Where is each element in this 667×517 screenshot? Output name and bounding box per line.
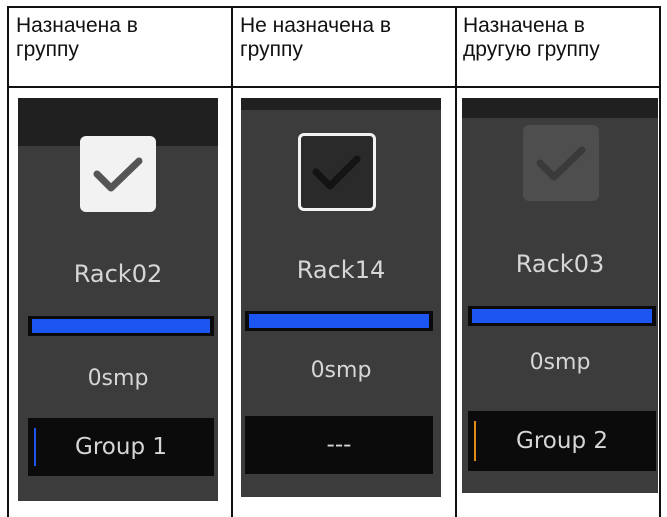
level-meter [468,306,656,326]
table-column-divider [455,6,457,517]
level-meter-fill [32,319,210,333]
column-header-not-assigned: Не назначена в группу [240,14,391,62]
group-label: Group 2 [516,428,608,454]
table-border-header [7,86,661,88]
delay-value: 0smp [529,350,591,375]
channel-strip-rack03: Rack03 0smp Group 2 [462,98,658,493]
table-column-divider [231,6,233,517]
level-meter [245,311,433,331]
header-line: Назначена в [463,14,585,37]
column-header-assigned: Назначена в группу [16,14,138,62]
channel-name: Rack14 [296,256,386,284]
header-line: группу [240,38,303,61]
group-label: Group 1 [75,434,167,460]
assign-checkbox[interactable] [80,136,156,212]
group-selector[interactable]: --- [245,416,433,474]
channel-name: Rack03 [515,250,605,278]
assign-checkbox [523,125,599,201]
header-line: группу [16,38,79,61]
check-icon [536,146,586,181]
group-selector[interactable]: Group 1 [28,418,214,476]
level-meter [28,316,214,336]
group-selector: Group 2 [468,411,656,471]
table-border-left [7,6,9,517]
header-line: Назначена в [16,14,138,37]
channel-strip-rack14: Rack14 0smp --- [241,98,441,497]
channel-name: Rack02 [73,260,163,288]
check-icon [312,155,361,190]
header-line: другую группу [463,38,600,61]
level-meter-fill [472,309,652,323]
level-meter-fill [249,314,429,328]
delay-value: 0smp [310,358,372,383]
delay-value: 0smp [87,366,149,391]
header-line: Не назначена в [240,14,392,37]
strip-header-bar [462,98,658,118]
table-border-top [7,6,661,8]
strip-header-bar [241,98,441,110]
column-header-other-group: Назначена в другую группу [463,14,600,62]
group-label: --- [326,432,352,458]
table-border-right [659,6,661,517]
channel-strip-rack02: Rack02 0smp Group 1 [18,98,218,501]
assign-checkbox[interactable] [298,133,376,211]
check-icon [93,157,143,192]
